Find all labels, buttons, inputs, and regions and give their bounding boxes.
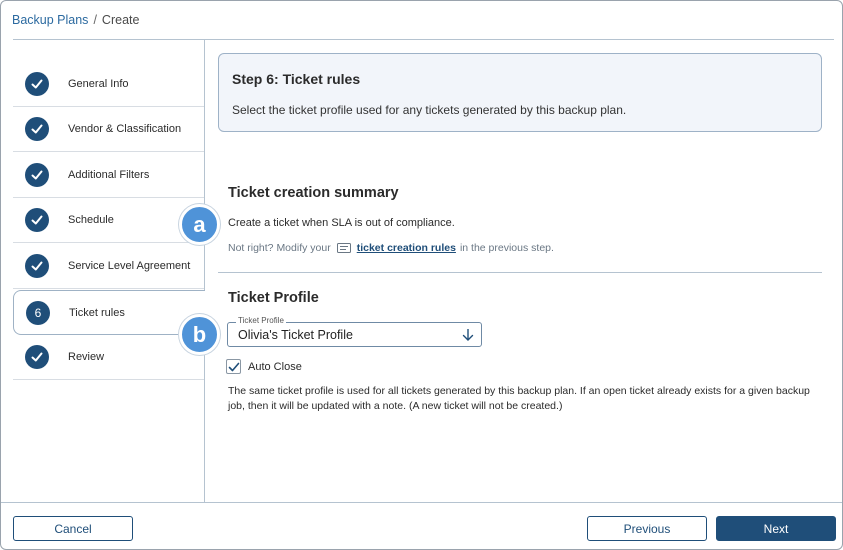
checkmark-icon <box>25 254 49 278</box>
checkmark-icon <box>25 117 49 141</box>
step-title: Step 6: Ticket rules <box>232 71 361 87</box>
cancel-button[interactable]: Cancel <box>13 516 133 541</box>
previous-button[interactable]: Previous <box>587 516 707 541</box>
step-number: 6 <box>34 305 42 320</box>
step-sidebar: General Info Vendor & Classification Add… <box>13 40 205 502</box>
step-additional-filters[interactable]: Additional Filters <box>13 153 204 198</box>
checkmark-icon <box>25 163 49 187</box>
document-icon <box>336 243 351 253</box>
step-label: Service Level Agreement <box>68 260 191 272</box>
ticket-profile-explanation: The same ticket profile is used for all … <box>228 385 810 412</box>
ticket-profile-value: Olivia's Ticket Profile <box>238 328 353 342</box>
breadcrumb-separator: / <box>93 13 97 27</box>
step-label: Additional Filters <box>68 169 150 181</box>
checkmark-icon <box>25 208 49 232</box>
breadcrumb-current: Create <box>101 13 140 27</box>
arrow-down-icon <box>462 328 474 342</box>
step-review[interactable]: Review <box>13 335 204 380</box>
wizard-window: Backup Plans / Create General Info Vendor … <box>0 0 843 550</box>
step-label: Schedule <box>68 214 114 226</box>
step-general-info[interactable]: General Info <box>13 62 204 107</box>
ticket-profile-field-label: Ticket Profile <box>236 316 286 325</box>
checkmark-icon <box>25 72 49 96</box>
checkmark-icon <box>25 345 49 369</box>
profile-section-title: Ticket Profile <box>228 290 319 306</box>
step-label: Ticket rules <box>69 306 125 319</box>
ticket-creation-rules-link[interactable]: ticket creation rules <box>357 242 456 254</box>
step-ticket-rules[interactable]: 6 Ticket rules <box>13 290 205 335</box>
footer-divider <box>1 502 842 503</box>
ticket-profile-select[interactable]: Ticket Profile Olivia's Ticket Profile <box>227 316 482 347</box>
step-number-badge: 6 <box>26 300 50 325</box>
step-label: General Info <box>68 78 129 90</box>
step-label: Review <box>68 351 105 363</box>
breadcrumb: Backup Plans / Create <box>12 13 139 27</box>
next-button[interactable]: Next <box>716 516 836 541</box>
step-header-card: Step 6: Ticket rules Select the ticket p… <box>218 53 822 132</box>
step-label: Vendor & Classification <box>68 123 182 135</box>
summary-hint: Not right? Modify your ticket creation r… <box>228 242 554 254</box>
step-vendor-classification[interactable]: Vendor & Classification <box>13 107 204 152</box>
summary-section-title: Ticket creation summary <box>228 185 399 201</box>
callout-badge-a: a <box>179 204 220 245</box>
auto-close-checkbox[interactable] <box>226 359 241 374</box>
auto-close-label[interactable]: Auto Close <box>248 361 302 373</box>
hint-prefix: Not right? Modify your <box>228 242 331 254</box>
hint-suffix: in the previous step. <box>459 242 554 254</box>
breadcrumb-backup-plans-link[interactable]: Backup Plans <box>12 13 88 27</box>
sidebar-divider <box>204 40 205 502</box>
callout-badge-b: b <box>179 314 220 355</box>
section-divider <box>218 272 822 273</box>
step-description: Select the ticket profile used for any t… <box>232 103 627 117</box>
checkmark-icon <box>228 362 240 372</box>
step-service-level-agreement[interactable]: Service Level Agreement <box>13 244 204 289</box>
step-schedule[interactable]: Schedule <box>13 198 204 243</box>
summary-text: Create a ticket when SLA is out of compl… <box>228 217 455 229</box>
